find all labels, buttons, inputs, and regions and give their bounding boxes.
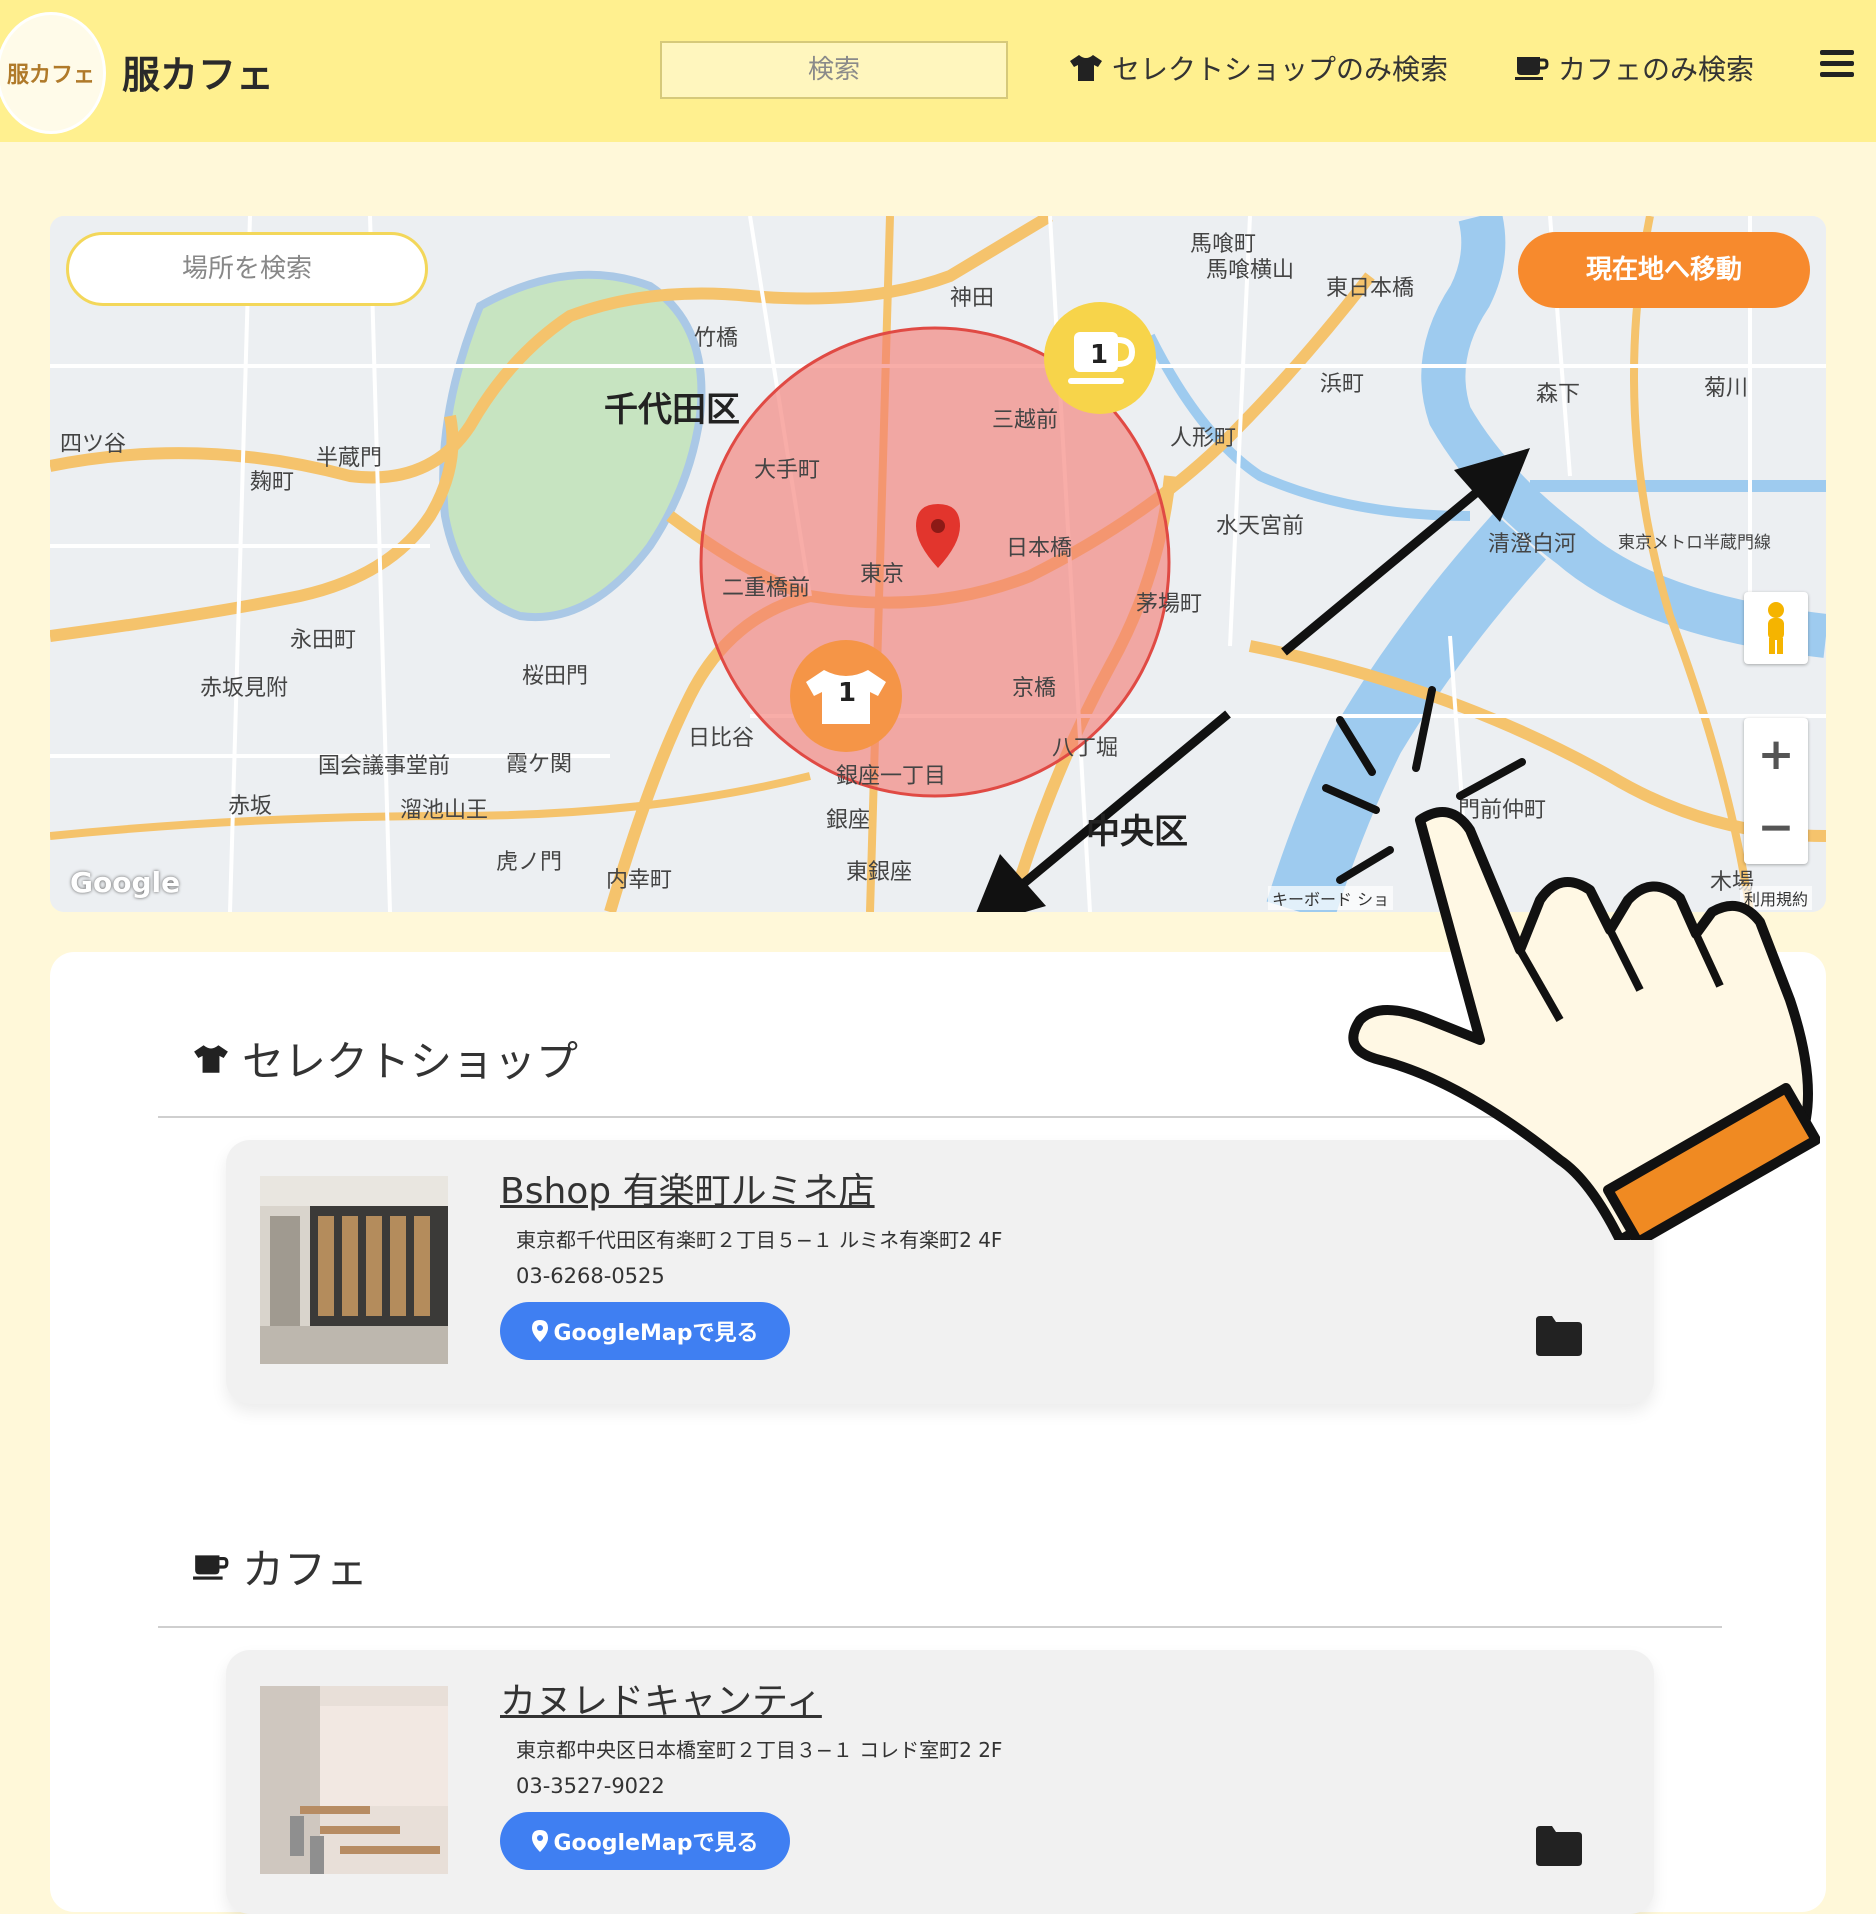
- place-search-input[interactable]: 場所を検索: [66, 232, 428, 306]
- cafe-marker-count[interactable]: 1: [1090, 340, 1108, 370]
- shop-name-link[interactable]: Bshop 有楽町ルミネ店: [500, 1162, 875, 1214]
- map-label-yotsuya: 四ツ谷: [60, 432, 127, 457]
- map-label-kyobashi: 京橋: [1012, 676, 1057, 701]
- logo[interactable]: 服カフェ: [0, 12, 106, 134]
- map-label-higashiginza: 東銀座: [846, 860, 913, 885]
- shop-section-label: セレクトショップ: [242, 1037, 579, 1086]
- coffee-cup-icon: [1515, 57, 1549, 80]
- nav-shop-label: セレクトショップのみ検索: [1112, 53, 1449, 86]
- map-label-hibiya: 日比谷: [688, 726, 755, 751]
- map-label-ginza1: 銀座一丁目: [836, 764, 947, 789]
- map-pin-icon: [531, 1830, 548, 1852]
- google-map-button[interactable]: GoogleMapで見る: [500, 1812, 790, 1870]
- cafe-section-label: カフェ: [242, 1545, 369, 1594]
- map-label-kokkaigijidomae: 国会議事堂前: [318, 754, 451, 779]
- map-label-mitsukoshimae: 三越前: [992, 408, 1059, 433]
- map-label-hatchobori: 八丁堀: [1052, 736, 1119, 761]
- shop-phone: 03-6268-0525: [516, 1264, 665, 1288]
- shop-photo: [260, 1176, 448, 1364]
- brand-title[interactable]: 服カフェ: [122, 44, 274, 99]
- map-label-higashinihonbashi: 東日本橋: [1326, 276, 1415, 301]
- current-location-button[interactable]: 現在地へ移動: [1518, 232, 1810, 308]
- shop-address: 東京都千代田区有楽町２丁目５−１ ルミネ有楽町2 4F: [516, 1228, 1003, 1252]
- nav-shop-only[interactable]: セレクトショップのみ検索: [1068, 48, 1448, 88]
- map-label-otemachi: 大手町: [754, 458, 821, 483]
- map-label-nihonbashi: 日本橋: [1006, 536, 1073, 561]
- map-label-kiyosumishirakawa: 清澄白河: [1488, 532, 1577, 557]
- logo-text: 服カフェ: [6, 63, 95, 88]
- map-label-ginza: 銀座: [826, 808, 871, 833]
- map-label-akasakamitsuke: 赤坂見附: [200, 676, 289, 701]
- nav-cafe-only[interactable]: カフェのみ検索: [1514, 48, 1754, 88]
- map-label-uchisaiwaicho: 内幸町: [606, 868, 673, 893]
- google-logo: Google: [70, 866, 181, 899]
- pointing-hand-icon: [1322, 686, 1820, 1240]
- map-label-akasaka: 赤坂: [228, 794, 273, 819]
- shirt-icon: [1070, 55, 1102, 81]
- map-label-kikukawa: 菊川: [1704, 376, 1749, 401]
- map-label-toranomon: 虎ノ門: [496, 850, 563, 875]
- map-label-kojimachi: 麹町: [250, 470, 295, 495]
- map-label-hamacho: 浜町: [1320, 372, 1365, 397]
- divider: [158, 1626, 1722, 1628]
- google-map-button[interactable]: GoogleMapで見る: [500, 1302, 790, 1360]
- shop-section-title: セレクトショップ: [192, 1028, 578, 1089]
- map-label-chuo: 中央区: [1086, 812, 1188, 852]
- menu-icon[interactable]: [1820, 50, 1854, 78]
- pegman-icon[interactable]: [1744, 592, 1808, 664]
- map-label-sakuradamon: 桜田門: [522, 664, 589, 689]
- shop-marker-count[interactable]: 1: [838, 678, 856, 708]
- coffee-cup-icon: [193, 1554, 229, 1580]
- nav-cafe-label: カフェのみ検索: [1558, 53, 1755, 86]
- cafe-name-link[interactable]: カヌレドキャンティ: [500, 1672, 822, 1724]
- map-label-hanzomon: 半蔵門: [316, 446, 383, 471]
- app-header: 服カフェ 服カフェ 検索 セレクトショップのみ検索 カフェのみ検索: [0, 0, 1876, 142]
- header-search-input[interactable]: 検索: [660, 41, 1008, 99]
- map-label-chiyoda: 千代田区: [604, 390, 740, 430]
- map-label-tokyo: 東京: [860, 562, 905, 587]
- map-label-kasumigaseki: 霞ケ関: [506, 752, 573, 777]
- cafe-section-title: カフェ: [192, 1536, 368, 1597]
- map-label-kanda: 神田: [950, 286, 995, 311]
- map-label-nagatacho: 永田町: [290, 628, 357, 653]
- map-label-morishita: 森下: [1536, 382, 1581, 407]
- google-map-button-label: GoogleMapで見る: [553, 1321, 759, 1346]
- shirt-icon: [194, 1044, 228, 1073]
- map-label-tameikesanno: 溜池山王: [400, 798, 489, 823]
- map-label-kayabacho: 茅場町: [1136, 592, 1203, 617]
- cafe-list-item: カヌレドキャンティ 東京都中央区日本橋室町２丁目３−１ コレド室町2 2F 03…: [226, 1650, 1654, 1914]
- map-label-hanzomon-line: 東京メトロ半蔵門線: [1618, 533, 1771, 553]
- cafe-address: 東京都中央区日本橋室町２丁目３−１ コレド室町2 2F: [516, 1738, 1003, 1762]
- cafe-photo: [260, 1686, 448, 1874]
- map-label-ningyocho: 人形町: [1170, 426, 1237, 451]
- map-label-takebashi: 竹橋: [694, 326, 739, 351]
- map-label-suitengumae: 水天宮前: [1216, 514, 1305, 539]
- google-map-button-label: GoogleMapで見る: [553, 1831, 759, 1856]
- map-label-bakuroyokoyama: 馬喰横山: [1206, 258, 1295, 283]
- map-label-nijubashimae: 二重橋前: [722, 576, 811, 601]
- map-pin-icon: [531, 1320, 548, 1342]
- folder-icon[interactable]: [1536, 1826, 1582, 1866]
- folder-icon[interactable]: [1536, 1316, 1582, 1356]
- cafe-phone: 03-3527-9022: [516, 1774, 665, 1798]
